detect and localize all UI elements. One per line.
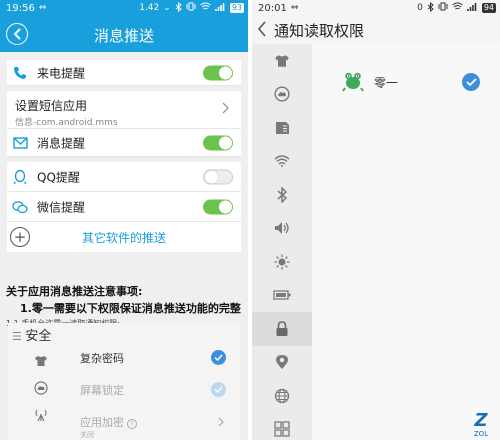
sms-app-row[interactable]: 设置短信应用 信息-com.android.mms (7, 91, 241, 129)
watermark-logo: Z ZOL (473, 410, 489, 439)
usb-icon: ⇔ (38, 3, 47, 13)
globe-icon[interactable] (252, 379, 312, 413)
chevron-left-icon (257, 21, 266, 37)
security-options: 复杂密码 屏幕锁定 应用加密? 关闭 (70, 345, 240, 440)
qq-reminder-row[interactable]: QQ提醒 (7, 162, 241, 192)
sms-app-subtitle: 信息-com.android.mms (15, 118, 118, 128)
screen-lock-label: 屏幕锁定 (80, 384, 124, 397)
check-icon[interactable] (211, 350, 226, 365)
shirt-icon (12, 347, 70, 374)
grid-icon[interactable] (252, 413, 312, 440)
notice-item-1: 1.零一需要以下权限保证消息推送功能的完整 (20, 302, 241, 315)
complex-password-row[interactable]: 复杂密码 (70, 345, 240, 377)
app-list: 零一 (312, 44, 500, 440)
volume-icon[interactable] (252, 212, 312, 246)
network-speed-unit-icon: ⌄ (163, 3, 171, 13)
status-time: 20:01 (258, 2, 287, 14)
brightness-icon[interactable] (252, 245, 312, 279)
left-screen: 19:56 ⇔ 1.42 ⌄ 93 消息推送 来电提醒 设置短信应用 信息-co… (0, 0, 248, 440)
check-icon[interactable] (462, 73, 480, 91)
app-encryption-row[interactable]: 应用加密? 关闭 (70, 409, 240, 440)
call-reminder-toggle[interactable] (203, 65, 233, 80)
list-item[interactable]: 零一 (312, 44, 500, 116)
message-reminder-row[interactable]: 消息提醒 (7, 129, 241, 157)
signal-icon (215, 2, 226, 14)
frog-app-icon (342, 70, 364, 92)
vibrate-icon (438, 2, 448, 14)
other-apps-label: 其它软件的推送 (81, 231, 166, 245)
wifi-icon[interactable] (252, 145, 312, 179)
page-title: 消息推送 (93, 27, 154, 45)
call-reminder-row[interactable]: 来电提醒 (7, 60, 241, 86)
cloud-icon[interactable] (252, 78, 312, 112)
security-sidebar (12, 347, 70, 440)
header: 消息推送 (0, 16, 248, 52)
app-encryption-status: 关闭 (80, 431, 94, 439)
shirt-icon[interactable] (252, 44, 312, 78)
bluetooth-status-icon (175, 1, 182, 15)
header: 通知读取权限 (252, 16, 500, 44)
wechat-icon (11, 198, 29, 216)
phone-icon (11, 64, 29, 82)
bluetooth-icon[interactable] (252, 178, 312, 212)
wifi-status-icon (452, 2, 463, 14)
wechat-reminder-toggle[interactable] (203, 199, 233, 214)
help-icon: ? (127, 419, 137, 429)
wechat-reminder-row[interactable]: 微信提醒 (7, 192, 241, 222)
battery-level: 93 (229, 3, 244, 13)
wechat-reminder-label: 微信提醒 (37, 200, 86, 214)
app-name: 零一 (374, 76, 399, 90)
location-icon[interactable] (252, 346, 312, 380)
sms-app-title: 设置短信应用 (15, 99, 88, 113)
vibrate-icon (186, 2, 196, 14)
menu-icon: ☰ (12, 330, 26, 343)
call-reminder-label: 来电提醒 (37, 66, 86, 80)
usb-icon: ⇔ (290, 3, 299, 13)
notice-heading: 关于应用消息推送注意事项: (6, 285, 143, 298)
sms-settings-card: 设置短信应用 信息-com.android.mms 消息提醒 (7, 91, 241, 157)
lock-icon[interactable] (252, 312, 312, 346)
other-apps-row[interactable]: + 其它软件的推送 (7, 222, 241, 252)
app-encryption-label: 应用加密? (80, 414, 137, 430)
back-button[interactable] (256, 20, 268, 42)
im-settings-card: QQ提醒 微信提醒 + 其它软件的推送 (7, 162, 241, 252)
cloud-icon (12, 374, 70, 401)
status-bar: 20:01 ⇔ 0 94 (252, 0, 500, 16)
chevron-right-icon (222, 102, 229, 118)
message-reminder-toggle[interactable] (203, 135, 233, 150)
settings-list: 来电提醒 (7, 60, 241, 86)
check-icon[interactable] (211, 382, 226, 397)
chevron-right-icon (218, 415, 224, 431)
qq-icon (11, 168, 29, 186)
security-title: ☰ 安全 (12, 329, 52, 344)
battery-icon[interactable] (252, 279, 312, 313)
page-title: 通知读取权限 (274, 22, 365, 40)
signal-icon (467, 2, 478, 14)
status-bar: 19:56 ⇔ 1.42 ⌄ 93 (0, 0, 248, 16)
bluetooth-status-icon (427, 1, 434, 15)
status-time: 19:56 (6, 2, 35, 14)
battery-level: 94 (481, 3, 496, 13)
mail-icon (11, 134, 29, 152)
right-screen: 20:01 ⇔ 0 94 通知读取权限 零一 Z ZOL (252, 0, 500, 440)
wifi-status-icon (200, 2, 211, 14)
qq-reminder-toggle[interactable] (203, 169, 233, 184)
settings-sidebar (252, 44, 312, 440)
qq-reminder-label: QQ提醒 (37, 170, 80, 184)
security-screenshot: ☰ 安全 复杂密码 屏幕锁定 应用加密 ? 关闭 (8, 323, 240, 440)
network-speed: 0 (417, 3, 423, 13)
complex-password-label: 复杂密码 (80, 352, 124, 365)
screen-lock-row[interactable]: 屏幕锁定 (70, 377, 240, 409)
antenna-icon (12, 401, 70, 428)
sim-icon[interactable] (252, 111, 312, 145)
network-speed: 1.42 (139, 3, 160, 13)
message-reminder-label: 消息提醒 (37, 136, 86, 150)
